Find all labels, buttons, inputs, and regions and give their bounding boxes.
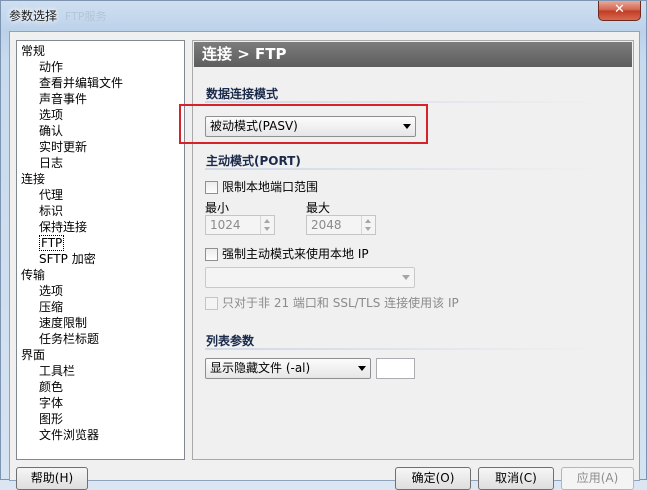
checkbox-box	[205, 248, 218, 261]
apply-button[interactable]: 应用(A)	[561, 467, 634, 490]
title-bar: 参数选择 FTP服务 ✕	[1, 1, 647, 31]
section-divider	[205, 168, 600, 170]
max-port-stepper[interactable]: 2048	[306, 215, 376, 235]
limit-port-range-checkbox[interactable]: 限制本地端口范围	[205, 179, 405, 195]
tree-item[interactable]: 标识	[39, 203, 63, 219]
settings-panel: 连接 > FTP 数据连接模式 被动模式(PASV) 主动模式(PORT) 限制…	[192, 40, 634, 460]
min-port-value: 1024	[210, 218, 241, 232]
checkbox-box	[205, 297, 218, 310]
highlight-annotation-box	[179, 104, 428, 144]
window-title: 参数选择	[9, 9, 58, 23]
tree-item[interactable]: 日志	[39, 155, 63, 171]
tree-item[interactable]: 界面	[21, 347, 45, 363]
list-params-select-value: 显示隐藏文件 (-al)	[210, 361, 311, 375]
tree-item[interactable]: 字体	[39, 395, 63, 411]
close-button[interactable]: ✕	[598, 1, 641, 21]
tree-item[interactable]: 压缩	[39, 299, 63, 315]
force-local-ip-label: 强制主动模式来使用本地 IP	[222, 247, 369, 261]
chevron-down-icon	[358, 366, 366, 371]
tree-item[interactable]: 代理	[39, 187, 63, 203]
max-port-label: 最大	[306, 201, 331, 215]
tree-item[interactable]: 选项	[39, 107, 63, 123]
tree-item[interactable]: 选项	[39, 283, 63, 299]
local-ip-select[interactable]	[205, 267, 415, 288]
preferences-window: 参数选择 FTP服务 ✕ 常规 动作 查看并编辑文件 声音事件 选项 确认 实时更新 日志 连接…	[0, 0, 647, 490]
tree-item[interactable]: 工具栏	[39, 363, 75, 379]
only-non21-checkbox[interactable]: 只对于非 21 端口和 SSL/TLS 连接使用该 IP	[205, 295, 535, 311]
tree-item[interactable]: 图形	[39, 411, 63, 427]
section-divider	[205, 348, 600, 350]
chevron-down-icon	[402, 275, 410, 280]
tree-item[interactable]: FTP	[39, 235, 65, 251]
tree-item[interactable]: SFTP 加密	[39, 251, 96, 267]
only-non21-label: 只对于非 21 端口和 SSL/TLS 连接使用该 IP	[222, 296, 459, 310]
list-params-extra-input[interactable]	[376, 358, 415, 379]
panel-header: 连接 > FTP	[194, 42, 632, 67]
tree-item[interactable]: 动作	[39, 59, 63, 75]
stepper-buttons[interactable]	[361, 216, 375, 234]
tree-item[interactable]: 颜色	[39, 379, 63, 395]
active-mode-section-title: 主动模式(PORT)	[206, 154, 301, 168]
category-tree[interactable]: 常规 动作 查看并编辑文件 声音事件 选项 确认 实时更新 日志 连接 代理 标识 保持连接 FTP SF…	[16, 40, 185, 460]
min-port-stepper[interactable]: 1024	[205, 215, 275, 235]
force-local-ip-checkbox[interactable]: 强制主动模式来使用本地 IP	[205, 246, 465, 262]
arrow-down-icon	[264, 227, 270, 231]
tree-item[interactable]: 实时更新	[39, 139, 87, 155]
tree-item[interactable]: 声音事件	[39, 91, 87, 107]
list-params-select[interactable]: 显示隐藏文件 (-al)	[205, 358, 371, 379]
close-icon: ✕	[614, 2, 625, 17]
cancel-button[interactable]: 取消(C)	[478, 467, 554, 490]
tree-item[interactable]: 文件浏览器	[39, 427, 99, 443]
section-divider	[205, 101, 600, 103]
help-button[interactable]: 帮助(H)	[16, 467, 88, 490]
arrow-down-icon	[365, 227, 371, 231]
checkbox-box	[205, 181, 218, 194]
background-window-title: FTP服务	[65, 10, 107, 23]
max-port-value: 2048	[311, 218, 342, 232]
tree-item[interactable]: 查看并编辑文件	[39, 75, 123, 91]
tree-item[interactable]: 确认	[39, 123, 63, 139]
min-port-label: 最小	[205, 201, 230, 215]
list-params-section-title: 列表参数	[206, 334, 255, 348]
data-mode-section-title: 数据连接模式	[206, 87, 279, 101]
ok-button[interactable]: 确定(O)	[395, 467, 471, 490]
stepper-buttons[interactable]	[260, 216, 274, 234]
tree-item[interactable]: 保持连接	[39, 219, 87, 235]
arrow-up-icon	[264, 219, 270, 223]
tree-item[interactable]: 连接	[21, 171, 45, 187]
dialog-client-area: 常规 动作 查看并编辑文件 声音事件 选项 确认 实时更新 日志 连接 代理 标识 保持连接 FTP SF…	[9, 31, 640, 490]
tree-item[interactable]: 速度限制	[39, 315, 87, 331]
tree-item[interactable]: 传输	[21, 267, 45, 283]
tree-item[interactable]: 常规	[21, 43, 45, 59]
arrow-up-icon	[365, 219, 371, 223]
tree-item[interactable]: 任务栏标题	[39, 331, 99, 347]
limit-port-range-label: 限制本地端口范围	[222, 180, 319, 194]
